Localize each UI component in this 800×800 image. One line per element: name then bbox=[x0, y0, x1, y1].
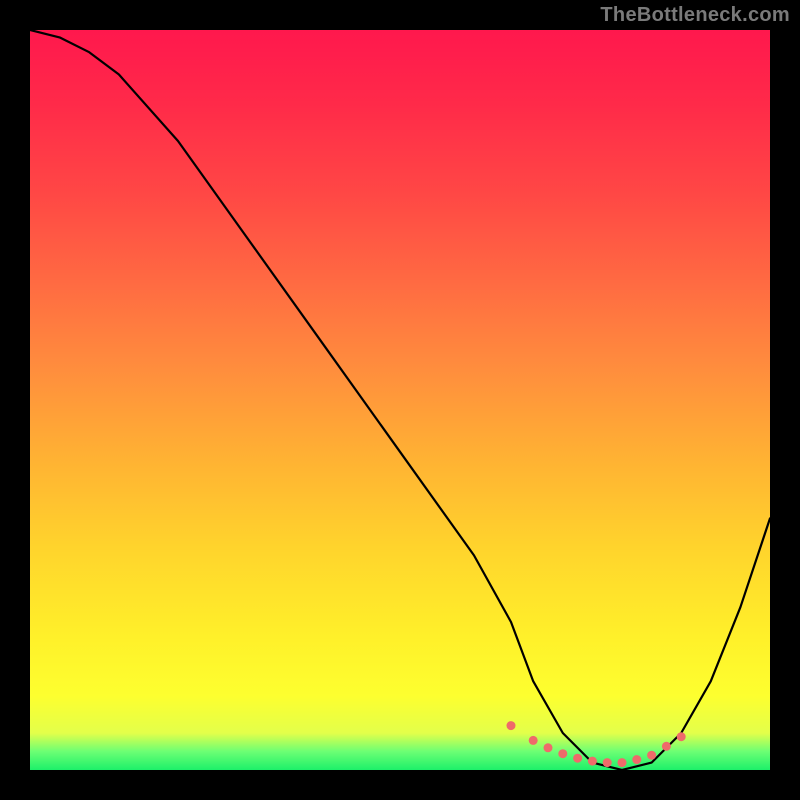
valley-dot bbox=[618, 758, 627, 767]
chart-frame: TheBottleneck.com bbox=[0, 0, 800, 800]
plot-area bbox=[30, 30, 770, 770]
valley-dot bbox=[588, 757, 597, 766]
valley-dot bbox=[573, 754, 582, 763]
valley-dot bbox=[662, 742, 671, 751]
valley-dot bbox=[677, 732, 686, 741]
valley-dot bbox=[603, 758, 612, 767]
valley-dot bbox=[544, 743, 553, 752]
watermark-text: TheBottleneck.com bbox=[600, 4, 790, 27]
valley-dots bbox=[30, 30, 770, 770]
valley-dot bbox=[507, 721, 516, 730]
valley-dot bbox=[529, 736, 538, 745]
valley-dot bbox=[632, 755, 641, 764]
valley-dot bbox=[558, 749, 567, 758]
valley-dot bbox=[647, 751, 656, 760]
